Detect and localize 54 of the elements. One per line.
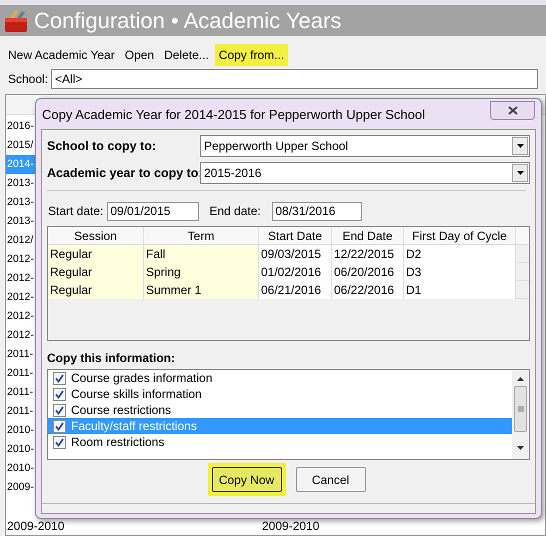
year-dropdown[interactable]: 2015-2016 <box>200 162 530 184</box>
school-dropdown[interactable]: Pepperworth Upper School <box>200 135 530 157</box>
dialog-button[interactable]: Copy Now <box>212 467 282 492</box>
table-cell: D3 <box>404 263 516 281</box>
checkbox[interactable] <box>53 404 66 416</box>
dropdown-icon <box>516 144 524 148</box>
toolbar-button[interactable]: Delete... <box>160 44 213 66</box>
checkbox[interactable] <box>53 420 66 432</box>
table-cell: 06/21/2016 <box>259 281 332 299</box>
table-cell-text: 2009-2010 <box>6 518 64 534</box>
list-item[interactable]: Course restrictions <box>48 402 512 418</box>
toolbox-icon <box>2 8 30 34</box>
close-button[interactable] <box>490 100 535 120</box>
table-cell: Fall <box>144 245 259 263</box>
toolbar-button[interactable]: Copy from... <box>214 44 288 66</box>
table-cell: 12/22/2015 <box>332 245 404 263</box>
field-label: Start date: <box>48 203 104 220</box>
school-field[interactable]: <All> <box>51 69 538 89</box>
dialog-title: Copy Academic Year for 2014-2015 for Pepperworth Upper School <box>42 106 426 124</box>
table-cell: D2 <box>404 245 516 263</box>
field-label: End date: <box>209 203 262 220</box>
dropdown-icon <box>516 171 524 175</box>
table-cell: D1 <box>404 281 516 299</box>
dialog-button[interactable]: Cancel <box>296 467 366 492</box>
close-icon <box>508 106 518 114</box>
toolbar-button[interactable]: New Academic Year <box>4 44 119 66</box>
list-item[interactable]: Course grades information <box>48 370 512 386</box>
table-cell: 09/03/2015 <box>259 245 332 263</box>
list-item[interactable]: Course skills information <box>48 386 512 402</box>
scroll-up-icon <box>517 377 524 381</box>
table-cell: 01/02/2016 <box>259 263 332 281</box>
table-cell: Regular <box>48 245 144 263</box>
end-date-field[interactable]: 08/31/2016 <box>272 202 362 220</box>
school-label: School: <box>8 71 48 88</box>
scroll-down-icon <box>517 446 524 450</box>
table-cell: 06/20/2016 <box>332 263 404 281</box>
table-cell: Regular <box>48 263 144 281</box>
checkbox[interactable] <box>53 436 66 448</box>
checkbox[interactable] <box>53 388 66 400</box>
table-cell-text: 2009-2010 <box>262 518 320 534</box>
field-label: School to copy to: <box>47 138 158 155</box>
checkbox[interactable] <box>53 372 66 384</box>
list-item[interactable]: Room restrictions <box>48 434 512 450</box>
scrollbar[interactable] <box>512 370 529 459</box>
table-cell: 06/22/2016 <box>332 281 404 299</box>
window-title: Configuration • Academic Years <box>34 10 342 32</box>
start-date-field[interactable]: 09/01/2015 <box>107 202 200 220</box>
list-row[interactable]: 2009-2010 2009-2010 <box>6 516 326 535</box>
table-cell: Regular <box>48 281 144 299</box>
section-label: Copy this information: <box>47 350 176 367</box>
scroll-thumb[interactable] <box>514 386 527 432</box>
toolbar-button[interactable]: Open <box>120 44 158 66</box>
table-cell: Spring <box>144 263 259 281</box>
table-cell: Summer 1 <box>144 281 259 299</box>
